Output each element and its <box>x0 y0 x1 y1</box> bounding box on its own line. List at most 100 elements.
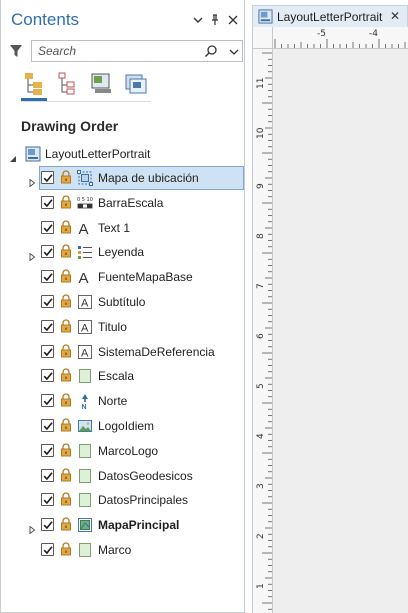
layer-row[interactable]: A FuenteMapaBase <box>1 265 245 289</box>
layer-row[interactable]: Mapa de ubicación <box>1 166 245 190</box>
ruler-label: 3 <box>256 483 266 489</box>
visibility-checkbox[interactable] <box>41 518 54 532</box>
rectangle-icon <box>77 468 93 484</box>
layout-view[interactable]: -5 -4 11109876543210 <box>252 27 408 613</box>
visibility-checkbox[interactable] <box>41 443 54 457</box>
pin-icon[interactable] <box>208 12 222 28</box>
lock-icon[interactable] <box>60 220 72 234</box>
list-by-snapping-icon[interactable] <box>123 70 149 98</box>
list-by-visibility-icon[interactable] <box>89 70 115 98</box>
search-input[interactable] <box>38 43 198 59</box>
close-icon[interactable]: ✕ <box>390 9 400 23</box>
layer-label: DatosGeodesicos <box>98 468 193 483</box>
layer-label: Norte <box>98 394 128 409</box>
visibility-checkbox[interactable] <box>41 344 54 358</box>
drawing-order-heading: Drawing Order <box>21 118 119 134</box>
north-arrow-icon: N <box>77 393 93 411</box>
tab-layout[interactable]: LayoutLetterPortrait ✕ <box>252 5 408 27</box>
visibility-checkbox[interactable] <box>41 319 54 333</box>
lock-icon[interactable] <box>60 344 72 358</box>
visibility-checkbox[interactable] <box>41 195 54 209</box>
contents-pane: Contents Search Drawing Order LayoutLett… <box>0 0 245 613</box>
expand-triangle-icon[interactable] <box>28 248 36 262</box>
layer-row[interactable]: A Text 1 <box>1 216 245 240</box>
layer-row[interactable]: A SistemaDeReferencia <box>1 340 245 364</box>
layer-label: BarraEscala <box>98 195 164 210</box>
layer-row[interactable]: Marco <box>1 538 245 562</box>
search-row <box>7 40 243 64</box>
layer-row[interactable]: A Titulo <box>1 315 245 339</box>
layer-row[interactable]: MapaPrincipal <box>1 513 245 537</box>
rectangle-icon <box>77 492 93 508</box>
lock-icon[interactable] <box>60 418 72 432</box>
layer-row[interactable]: N Norte <box>1 389 245 413</box>
layer-label: FuenteMapaBase <box>98 270 193 285</box>
layer-row[interactable]: DatosPrincipales <box>1 488 245 512</box>
layout-icon <box>25 146 41 162</box>
lock-icon[interactable] <box>60 517 72 531</box>
boxed-text-icon: A <box>77 294 93 310</box>
layer-row[interactable]: DatosGeodesicos <box>1 464 245 488</box>
layer-row[interactable]: Escala <box>1 364 245 388</box>
lock-icon[interactable] <box>60 269 72 283</box>
svg-text:A: A <box>79 221 89 236</box>
boxed-text-icon: A <box>77 319 93 335</box>
lock-icon[interactable] <box>60 195 72 209</box>
horizontal-ruler[interactable]: -5 -4 <box>273 27 408 49</box>
layer-row[interactable]: A Subtítulo <box>1 290 245 314</box>
layer-label: LogoIdiem <box>98 419 155 433</box>
tab-label: LayoutLetterPortrait <box>277 10 383 24</box>
lock-icon[interactable] <box>60 294 72 308</box>
layer-row[interactable]: 0 5 10 BarraEscala <box>1 191 245 215</box>
layer-row[interactable]: MarcoLogo <box>1 439 245 463</box>
lock-icon[interactable] <box>60 468 72 482</box>
close-icon[interactable] <box>226 12 240 28</box>
chevron-down-icon[interactable] <box>228 45 240 57</box>
visibility-checkbox[interactable] <box>41 468 54 482</box>
layer-label: Leyenda <box>98 245 145 260</box>
expand-triangle-icon[interactable] <box>28 174 36 188</box>
lock-icon[interactable] <box>60 443 72 457</box>
lock-icon[interactable] <box>60 393 72 407</box>
visibility-checkbox[interactable] <box>41 295 54 308</box>
list-by-type-icon[interactable] <box>55 70 81 98</box>
layer-label: Titulo <box>98 319 127 334</box>
svg-text:0 5 10: 0 5 10 <box>77 197 93 203</box>
search-icon[interactable] <box>204 44 218 58</box>
map-frame-filled-icon <box>77 517 93 533</box>
lock-icon[interactable] <box>60 170 72 184</box>
tree-root[interactable]: LayoutLetterPortrait <box>9 145 239 165</box>
visibility-checkbox[interactable] <box>41 369 54 383</box>
expand-triangle-icon[interactable] <box>28 521 36 535</box>
visibility-checkbox[interactable] <box>41 220 54 234</box>
layer-row[interactable]: Leyenda <box>1 240 245 264</box>
visibility-checkbox[interactable] <box>41 493 54 507</box>
lock-icon[interactable] <box>60 368 72 382</box>
visibility-checkbox[interactable] <box>41 543 54 556</box>
visibility-checkbox[interactable] <box>41 270 54 284</box>
layer-label: MarcoLogo <box>98 443 159 458</box>
layer-label: MapaPrincipal <box>98 518 180 533</box>
layout-icon <box>258 9 273 24</box>
expanded-triangle-icon[interactable] <box>9 150 17 162</box>
visibility-checkbox[interactable] <box>41 394 54 408</box>
lock-icon[interactable] <box>60 244 72 258</box>
layer-label: Text 1 <box>98 220 131 235</box>
visibility-checkbox[interactable] <box>41 419 54 432</box>
search-box[interactable] <box>31 40 243 62</box>
vertical-ruler[interactable]: 11109876543210 <box>253 49 273 613</box>
ruler-label: 6 <box>256 333 266 339</box>
lock-icon[interactable] <box>60 492 72 506</box>
tab-underline <box>21 101 151 102</box>
ruler-label: 5 <box>256 383 266 389</box>
lock-icon[interactable] <box>60 542 72 556</box>
visibility-checkbox[interactable] <box>41 245 54 259</box>
lock-icon[interactable] <box>60 319 72 333</box>
ruler-label: 9 <box>256 183 266 189</box>
chevron-down-icon[interactable] <box>191 12 205 28</box>
visibility-checkbox[interactable] <box>41 171 54 184</box>
drawing-order-icon[interactable] <box>21 70 47 101</box>
layer-row[interactable]: LogoIdiem <box>1 414 245 438</box>
layout-name: LayoutLetterPortrait <box>45 147 151 161</box>
filter-icon[interactable] <box>9 42 23 60</box>
